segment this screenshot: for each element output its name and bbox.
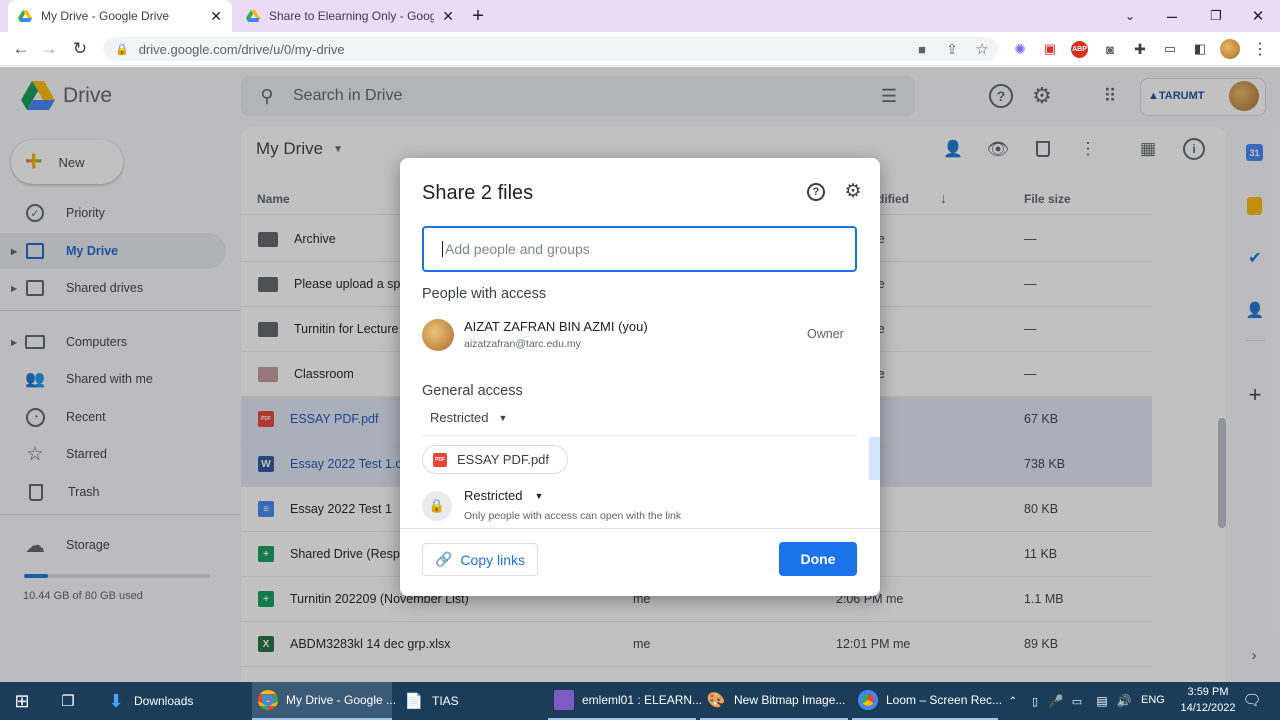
clock-date[interactable]: 14/12/2022 (1172, 702, 1244, 714)
add-people-placeholder: Add people and groups (445, 241, 590, 257)
file-access-value: Restricted (464, 488, 523, 503)
taskbar-item-loom[interactable]: Loom – Screen Rec... (852, 682, 1002, 720)
people-with-access-heading: People with access (422, 286, 547, 302)
share-dialog: Share 2 files ? ⚙ Add people and groups … (400, 158, 880, 596)
side-panel-icon[interactable]: ◧ (1190, 40, 1210, 58)
footer-divider (400, 528, 880, 529)
minimize-icon[interactable]: – (1160, 4, 1184, 28)
text-cursor (442, 241, 443, 257)
new-tab-button[interactable]: + (466, 4, 490, 28)
file-chip[interactable]: PDF ESSAY PDF.pdf (422, 445, 568, 474)
chrome-icon (258, 690, 278, 710)
copy-links-button[interactable]: 🔗 Copy links (422, 543, 538, 576)
taskbar-item-bitmap[interactable]: 🎨 New Bitmap Image... (700, 682, 848, 720)
notifications-icon[interactable]: 🗨 (1242, 690, 1262, 710)
general-access-value: Restricted (430, 410, 489, 425)
pdf-file-icon: PDF (433, 452, 447, 467)
dropdown-arrow-icon: ▼ (534, 490, 544, 501)
screenshot-icon[interactable]: ◙ (1100, 40, 1120, 58)
language-indicator[interactable]: ENG (1141, 694, 1165, 706)
cast-icon[interactable]: ▭ (1160, 40, 1180, 58)
google-drive-icon (246, 10, 260, 22)
task-view-icon[interactable]: ❐ (56, 690, 80, 712)
share-page-icon[interactable]: ⇪ (942, 40, 962, 58)
tray-app-icon[interactable]: ▯ (1028, 692, 1042, 710)
tab-share-elearning[interactable]: Share to Elearning Only - Google ✕ (236, 0, 464, 32)
help-icon[interactable]: ? (807, 183, 825, 201)
windows-start-icon[interactable]: ⊞ (10, 690, 34, 712)
reload-icon[interactable]: ↻ (69, 38, 91, 60)
tab-title: My Drive - Google Drive (41, 9, 170, 23)
taskbar-item-label: My Drive - Google ... (286, 693, 397, 707)
extension-icon[interactable]: ✺ (1010, 40, 1030, 58)
google-drive-icon (18, 10, 32, 22)
taskbar-item-label: TIAS (432, 694, 459, 708)
taskbar-item-chrome-drive[interactable]: My Drive - Google ... (252, 682, 396, 720)
url-text: drive.google.com/drive/u/0/my-drive (138, 41, 345, 57)
dialog-scrollbar[interactable] (869, 437, 880, 480)
file-access-dropdown[interactable]: Restricted ▼ (464, 488, 543, 503)
profile-avatar[interactable] (1220, 39, 1240, 59)
close-tab-icon[interactable]: ✕ (210, 8, 222, 25)
address-bar[interactable]: 🔒 drive.google.com/drive/u/0/my-drive (103, 37, 998, 61)
owner-avatar (422, 319, 454, 351)
taskbar-item-tias[interactable]: 📄 TIAS (398, 682, 538, 720)
extensions-puzzle-icon[interactable]: ✚ (1130, 40, 1150, 58)
close-window-icon[interactable]: ✕ (1246, 4, 1270, 28)
browser-menu-icon[interactable]: ⋮ (1250, 40, 1270, 58)
lock-icon: 🔒 (115, 43, 129, 56)
taskbar-item-label: Downloads (134, 694, 194, 708)
copy-links-label: Copy links (460, 551, 526, 568)
paint-icon: 🎨 (706, 692, 726, 709)
app-icon: 📄 (404, 693, 424, 710)
extension-icon[interactable]: ▣ (1040, 40, 1060, 58)
done-button[interactable]: Done (779, 542, 857, 576)
tab-my-drive[interactable]: My Drive - Google Drive ✕ (8, 0, 232, 32)
microphone-icon[interactable]: 🎤 (1049, 692, 1064, 710)
lock-icon: 🔒 (422, 491, 452, 521)
owner-email: aizatzafran@tarc.edu.my (464, 338, 581, 350)
back-arrow-icon[interactable]: ← (10, 38, 32, 60)
file-access-description: Only people with access can open with th… (464, 510, 682, 522)
tab-search-chevron-icon[interactable]: ⌄ (1118, 4, 1142, 28)
taskbar-item-label: Loom – Screen Rec... (886, 693, 1003, 707)
tab-title: Share to Elearning Only - Google (269, 9, 435, 23)
file-chip-label: ESSAY PDF.pdf (457, 452, 550, 467)
tray-chevron-icon[interactable]: ⌃ (1006, 692, 1020, 710)
clock-time[interactable]: 3:59 PM (1180, 686, 1236, 698)
battery-icon[interactable]: ▭ (1070, 692, 1084, 710)
volume-icon[interactable]: 🔊 (1116, 692, 1132, 710)
taskbar-item-downloads[interactable]: ⬇ Downloads (100, 682, 246, 720)
restore-icon[interactable]: ❐ (1204, 4, 1228, 28)
forward-arrow-icon[interactable]: → (38, 38, 60, 60)
close-tab-icon[interactable]: ✕ (442, 8, 454, 25)
general-access-heading: General access (422, 383, 523, 399)
taskbar-item-elearning[interactable]: emleml01 : ELEARN... (548, 682, 702, 720)
section-divider (422, 435, 857, 436)
chrome-icon (858, 690, 878, 710)
camera-blocked-icon[interactable]: ■ (912, 40, 932, 58)
window-icon (554, 690, 574, 710)
link-icon: 🔗 (434, 551, 453, 567)
owner-role: Owner (807, 327, 844, 341)
download-folder-icon: ⬇ (108, 690, 124, 711)
dialog-title: Share 2 files (422, 182, 534, 204)
taskbar-item-label: New Bitmap Image... (734, 693, 846, 707)
general-access-dropdown[interactable]: Restricted ▼ (430, 410, 507, 425)
adblock-icon[interactable]: ABP (1071, 41, 1088, 58)
network-icon[interactable]: ▤ (1094, 692, 1110, 710)
taskbar-item-label: emleml01 : ELEARN... (582, 693, 703, 707)
dropdown-arrow-icon: ▼ (498, 412, 508, 423)
owner-name: AIZAT ZAFRAN BIN AZMI (you) (464, 319, 648, 334)
share-settings-gear-icon[interactable]: ⚙ (842, 180, 864, 202)
add-people-input[interactable]: Add people and groups (422, 226, 857, 272)
bookmark-star-icon[interactable]: ☆ (972, 40, 992, 58)
